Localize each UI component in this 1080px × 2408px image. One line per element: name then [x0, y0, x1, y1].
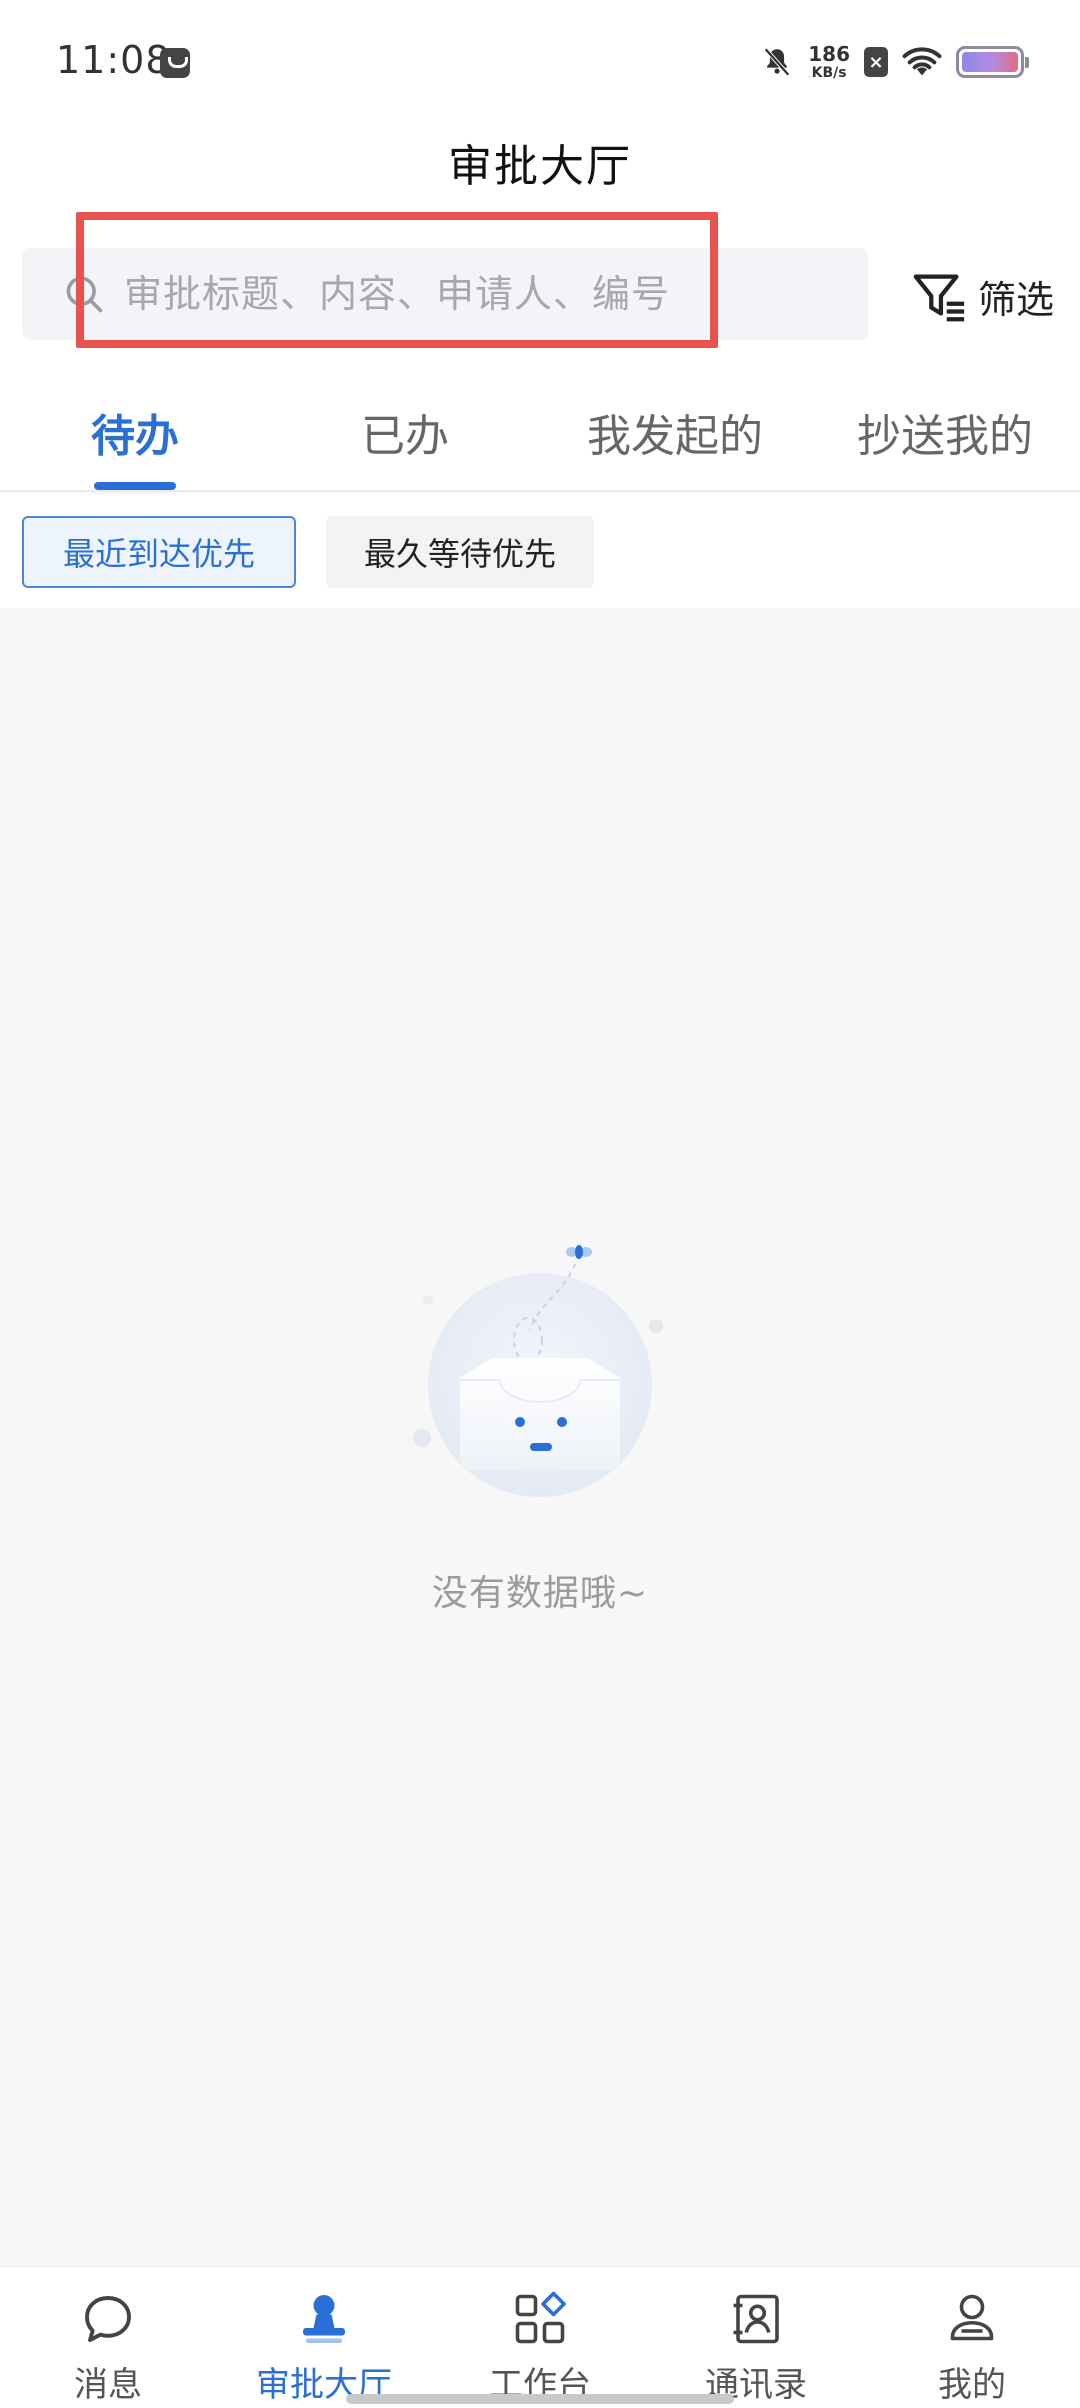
stamp-icon	[303, 2295, 345, 2343]
search-input[interactable]	[124, 248, 844, 340]
nav-item-messages[interactable]: 消息	[0, 2267, 216, 2408]
nav-label-me: 我的	[938, 2365, 1006, 2405]
status-bar: 11:08 186 KB/s ×	[0, 0, 1080, 120]
tab-done[interactable]: 已办	[270, 400, 540, 464]
empty-state: 没有数据哦~	[0, 1240, 1080, 1640]
page-title: 审批大厅	[448, 141, 632, 192]
tab-initiated-by-me[interactable]: 我发起的	[540, 400, 810, 464]
battery-icon	[956, 46, 1029, 78]
tab-bar: 待办 已办 我发起的 抄送我的	[0, 360, 1080, 492]
wifi-icon	[902, 47, 942, 76]
tab-cc-to-me[interactable]: 抄送我的	[810, 400, 1080, 464]
tab-pending[interactable]: 待办	[0, 400, 270, 464]
nav-label-messages: 消息	[74, 2365, 142, 2405]
empty-state-text: 没有数据哦~	[431, 1573, 649, 1614]
home-indicator[interactable]	[346, 2394, 734, 2404]
header: 审批大厅	[0, 120, 1080, 240]
network-speed-unit: KB/s	[811, 65, 847, 81]
person-icon	[950, 2294, 994, 2341]
nav-item-contacts[interactable]: 通讯录	[648, 2267, 864, 2408]
status-time: 11:08	[56, 38, 171, 82]
network-speed: 186 KB/s	[808, 44, 850, 80]
sort-chips: 最近到达优先 最久等待优先	[0, 494, 1080, 608]
active-tab-indicator	[94, 482, 176, 490]
search-box[interactable]	[22, 248, 868, 340]
nav-item-workbench[interactable]: 工作台	[432, 2267, 648, 2408]
filter-button[interactable]: 筛选	[910, 266, 1054, 326]
search-row: 筛选	[0, 230, 1080, 360]
nav-item-me[interactable]: 我的	[864, 2267, 1080, 2408]
chat-bubble-icon	[85, 2296, 131, 2342]
notification-app-icon	[160, 48, 190, 78]
network-speed-value: 186	[808, 42, 850, 66]
chip-longest-wait-first[interactable]: 最久等待优先	[326, 516, 594, 588]
search-icon	[66, 276, 103, 313]
empty-inbox-icon	[413, 1245, 663, 1497]
filter-label: 筛选	[978, 277, 1055, 322]
contact-book-icon	[733, 2294, 779, 2344]
nav-item-approval-hall[interactable]: 审批大厅	[216, 2267, 432, 2408]
grid-apps-icon	[515, 2291, 566, 2344]
status-icons: 186 KB/s ×	[760, 40, 1029, 84]
filter-funnel-icon	[913, 274, 965, 322]
chip-recent-first[interactable]: 最近到达优先	[22, 516, 296, 588]
bell-muted-icon	[764, 47, 791, 77]
no-sim-icon: ×	[864, 47, 888, 77]
bottom-nav: 消息 审批大厅 工作台 通讯录 我的	[0, 2266, 1080, 2408]
